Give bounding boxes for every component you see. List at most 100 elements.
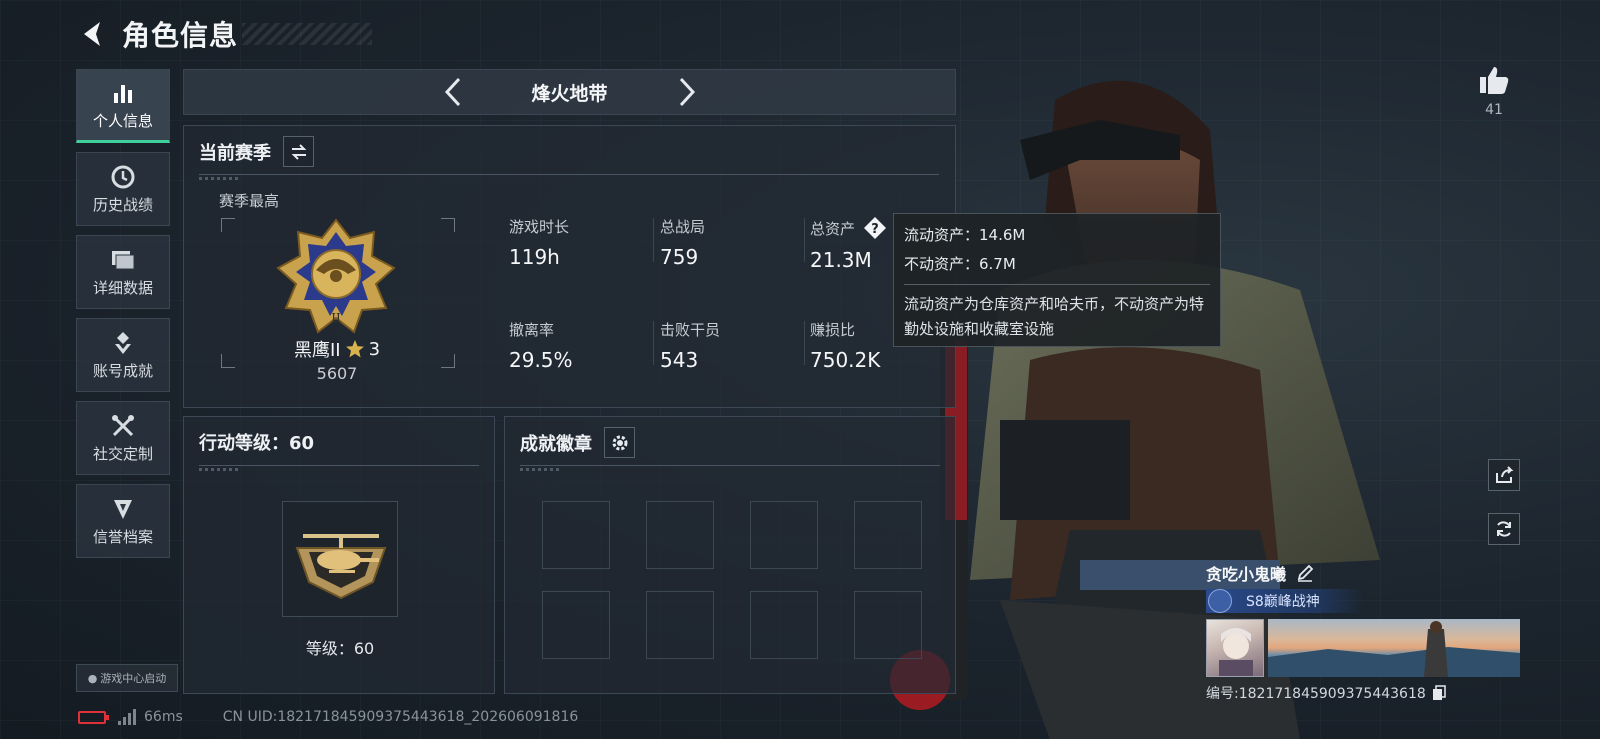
season-panel-header: 当前赛季 [199, 136, 314, 167]
sidebar-item-label: 个人信息 [92, 111, 153, 130]
stat-separator [804, 218, 805, 262]
sidebar-item-history[interactable]: 历史战绩 [76, 152, 170, 226]
page-title: 角色信息 [122, 19, 239, 52]
status-bar: 66ms CN UID:182171845909375443618_202606… [78, 706, 578, 728]
achievement-slot[interactable] [750, 501, 818, 569]
profile-banner[interactable] [1268, 619, 1520, 677]
svg-text:?: ? [871, 222, 879, 237]
sidebar-item-credit[interactable]: 信誉档案 [76, 484, 170, 558]
sidebar-item-achievements[interactable]: 账号成就 [76, 318, 170, 392]
share-icon [1496, 466, 1514, 483]
tooltip-divider [904, 284, 1210, 285]
achievement-slot[interactable] [646, 501, 714, 569]
chevron-right-icon [679, 77, 695, 107]
copy-icon[interactable] [1432, 685, 1446, 701]
action-level-title: 行动等级：60 [199, 433, 315, 454]
mode-name: 烽火地带 [531, 82, 608, 105]
sidebar-item-label: 社交定制 [92, 444, 153, 463]
tools-icon [110, 413, 136, 439]
svg-text:II: II [331, 311, 341, 325]
stat-label: 游戏时长 [509, 218, 570, 236]
star-icon [345, 340, 364, 358]
stat-value: 759 [660, 245, 699, 269]
medal-icon [110, 330, 136, 356]
refresh-icon [1497, 521, 1511, 537]
player-id: 编号:18217184590937544361​8 [1206, 686, 1426, 702]
achievement-slot[interactable] [542, 591, 610, 659]
stat-kills: 击败干员 543 [660, 319, 720, 372]
game-center-button[interactable]: ● 游戏中心启动 [76, 664, 178, 692]
stat-total-matches: 总战局 759 [660, 216, 705, 269]
divider [520, 465, 940, 466]
achievement-slot[interactable] [854, 501, 922, 569]
achievement-slot[interactable] [854, 591, 922, 659]
stat-label: 总战局 [660, 218, 706, 236]
sidebar-item-detail-data[interactable]: 详细数据 [76, 235, 170, 309]
bar-chart-icon [110, 80, 136, 106]
ping-value: 66ms [144, 709, 183, 725]
title-decoration [242, 23, 373, 45]
rank-stars: 3 [368, 338, 381, 360]
clock-icon [110, 164, 136, 190]
frame-corner [221, 218, 235, 232]
rank-emblem: II [276, 218, 396, 334]
mode-next-button[interactable] [665, 70, 709, 114]
player-images [1206, 619, 1520, 677]
sidebar-item-social[interactable]: 社交定制 [76, 401, 170, 475]
player-id-row: 编号:18217184590937544361​8 [1206, 683, 1520, 703]
back-arrow-icon[interactable] [76, 17, 106, 51]
header: 角色信息 [76, 14, 373, 54]
player-name-row: 贪吃小鬼曦 [1206, 560, 1520, 586]
stat-label: 赚损比 [810, 321, 856, 339]
rank-score: 5607 [316, 364, 358, 383]
like-button[interactable]: 41 [1474, 64, 1514, 118]
stat-label: 总资产 [810, 219, 856, 238]
season-switch-button[interactable] [283, 136, 314, 167]
player-title: S8巅峰战神 [1246, 594, 1320, 610]
achievement-slot[interactable] [750, 591, 818, 659]
divider-ticks [520, 468, 560, 471]
share-button[interactable] [1488, 459, 1520, 491]
divider-ticks [199, 177, 239, 180]
stat-separator [804, 321, 805, 365]
rank-name-row: 黑鹰II 3 [262, 336, 412, 362]
stat-separator [653, 218, 654, 262]
battery-icon [78, 710, 109, 724]
player-card: 贪吃小鬼曦 S8巅峰战神 编号:18217184590937544361​8 [1206, 560, 1520, 703]
achievement-slot[interactable] [646, 591, 714, 659]
like-count: 41 [1485, 102, 1503, 118]
mode-prev-button[interactable] [431, 70, 475, 114]
player-title-badge: S8巅峰战神 [1206, 589, 1364, 613]
refresh-button[interactable] [1488, 513, 1520, 545]
signal-icon [118, 709, 136, 725]
help-icon[interactable]: ? [863, 216, 887, 240]
avatar[interactable] [1206, 619, 1264, 677]
folder-icon [110, 247, 136, 273]
achievement-slot[interactable] [542, 501, 610, 569]
sidebar-item-label: 信誉档案 [92, 527, 153, 546]
swap-icon [291, 143, 306, 160]
season-panel: 当前赛季 赛季最高 II 黑鹰II 3 5607 游戏时长 119h 总战局 7… [183, 125, 956, 408]
helicopter-badge-icon [295, 534, 387, 600]
season-best-label: 赛季最高 [219, 192, 280, 210]
title-emblem-icon [1208, 589, 1232, 613]
gear-icon [612, 435, 627, 450]
sidebar-item-personal-info[interactable]: 个人信息 [76, 69, 170, 143]
action-level-panel: 行动等级：60 等级：60 [183, 416, 495, 694]
tooltip-fixed-assets: 不动资产：6.7M [904, 255, 1016, 273]
divider [199, 174, 939, 175]
stat-value: 29.5% [509, 348, 573, 372]
frame-corner [441, 354, 455, 368]
achievements-header: 成就徽章 [520, 427, 635, 458]
stat-separator [653, 321, 654, 365]
chevron-left-icon [444, 77, 460, 107]
frame-corner [221, 354, 235, 368]
stat-play-time: 游戏时长 119h [509, 216, 569, 269]
stat-extract-rate: 撤离率 29.5% [509, 319, 573, 372]
user-icon: ● [87, 671, 98, 685]
achievements-settings-button[interactable] [604, 427, 635, 458]
stat-value: 119h [509, 245, 560, 269]
edit-icon[interactable] [1296, 564, 1314, 582]
stat-profit-ratio: 赚损比 750.2K [810, 319, 880, 372]
stat-label: 击败干员 [660, 321, 721, 339]
